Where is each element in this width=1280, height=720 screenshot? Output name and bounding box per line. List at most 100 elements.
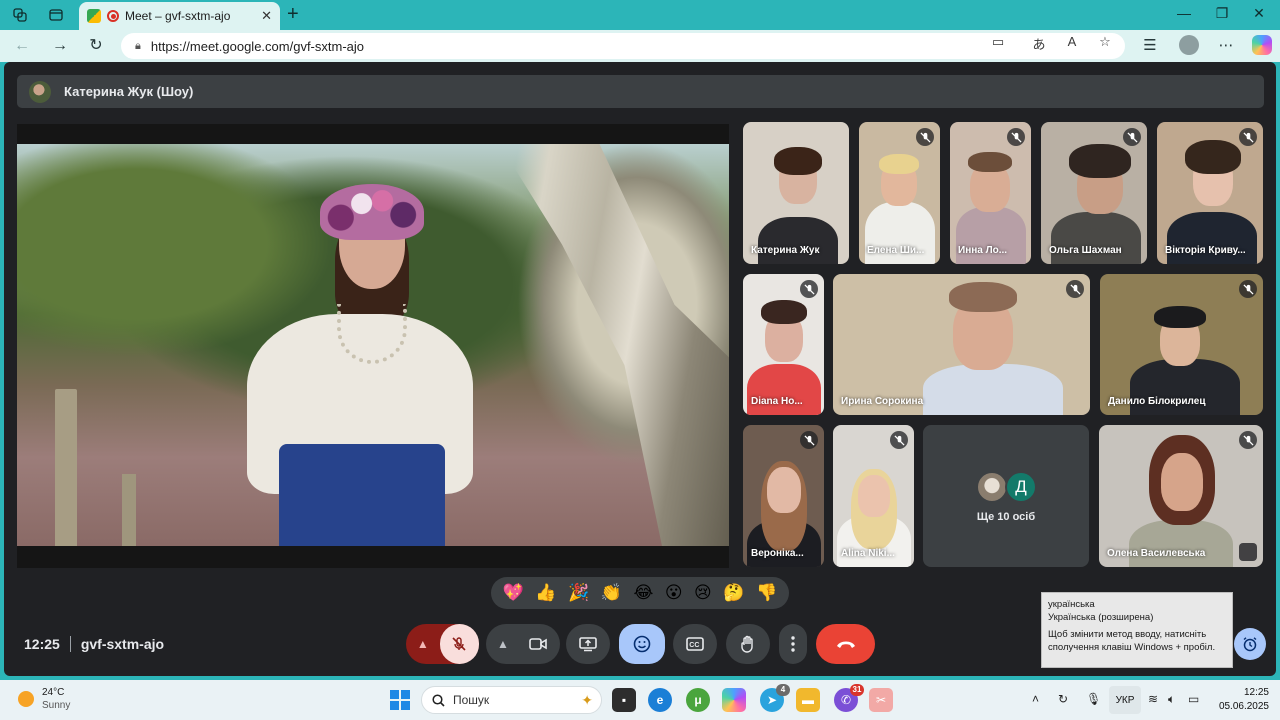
meeting-code[interactable]: gvf-sxtm-ajo xyxy=(81,636,164,652)
video-options-button[interactable]: ▲ xyxy=(488,637,518,651)
taskbar-search[interactable]: Пошук ✦ xyxy=(421,686,602,714)
camera-icon xyxy=(529,638,547,650)
copilot-icon[interactable] xyxy=(1252,35,1272,55)
participant-body xyxy=(758,217,838,264)
send-reaction-button[interactable] xyxy=(619,624,665,664)
forward-button[interactable]: → xyxy=(49,36,71,56)
reaction-laugh[interactable]: 😂 xyxy=(633,583,653,603)
participant-tile[interactable]: Ирина Сорокина xyxy=(833,274,1090,415)
participant-tile[interactable]: Вікторія Криву... xyxy=(1157,122,1263,264)
participant-body xyxy=(923,364,1063,415)
translate-icon[interactable]: あ xyxy=(1029,34,1049,53)
close-window-button[interactable]: ✕ xyxy=(1247,5,1271,22)
participant-tile[interactable]: Данило Білокрилец xyxy=(1100,274,1263,415)
mic-off-icon xyxy=(800,431,818,449)
system-time: 12:25 xyxy=(1243,687,1269,698)
reaction-thumbs-down[interactable]: 👎 xyxy=(756,583,777,603)
battery-icon[interactable]: ▭ xyxy=(1188,692,1199,706)
picture-in-picture-icon[interactable] xyxy=(1239,543,1257,561)
participant-tile[interactable]: Alina Niki... xyxy=(833,425,914,567)
more-menu-icon[interactable]: ⋯ xyxy=(1215,36,1237,54)
tab-meet[interactable]: Meet – gvf-sxtm-ajo ✕ xyxy=(79,2,280,30)
participant-name: Вероніка... xyxy=(751,548,804,559)
tab-actions-icon[interactable] xyxy=(46,5,66,25)
participant-tile[interactable]: Вероніка... xyxy=(743,425,824,567)
participant-face xyxy=(858,475,890,517)
read-aloud-icon[interactable]: A xyxy=(1062,34,1082,49)
alarm-icon[interactable] xyxy=(1234,628,1266,660)
vertical-dots-icon xyxy=(791,636,795,652)
url-field[interactable]: 🔒︎ https://meet.google.com/gvf-sxtm-ajo xyxy=(121,33,1125,59)
captions-button[interactable]: CC xyxy=(673,624,717,664)
sync-icon[interactable]: ↻ xyxy=(1058,692,1068,706)
leave-call-button[interactable] xyxy=(816,624,875,664)
reaction-thinking[interactable]: 🤔 xyxy=(723,583,744,603)
edge-browser-icon[interactable]: e xyxy=(648,688,672,712)
volume-icon[interactable]: 🔈︎ xyxy=(1168,692,1175,707)
show-hidden-icons[interactable]: ˄ xyxy=(1032,692,1039,706)
snipping-tool-icon[interactable]: ✂ xyxy=(869,688,893,712)
telegram-icon[interactable]: ➤ 4 xyxy=(760,684,790,712)
file-explorer-icon[interactable]: ▬ xyxy=(796,688,820,712)
participant-tile[interactable]: Diana Ho... xyxy=(743,274,824,415)
reload-button[interactable]: ↻ xyxy=(85,36,107,56)
flower-wreath xyxy=(320,184,424,240)
camera-control: ▲ xyxy=(486,624,560,664)
performer-skirt xyxy=(279,444,445,546)
divider xyxy=(69,636,71,652)
more-participants-tile[interactable]: Д Ще 10 осіб xyxy=(923,425,1089,567)
present-screen-button[interactable] xyxy=(566,624,610,664)
utorrent-icon[interactable]: μ xyxy=(686,688,710,712)
participant-name: Ирина Сорокина xyxy=(841,396,924,407)
mic-off-icon xyxy=(1239,431,1257,449)
microphone-toggle-button[interactable] xyxy=(439,624,479,664)
search-icon xyxy=(432,693,445,707)
raise-hand-button[interactable] xyxy=(726,624,770,664)
weather-widget[interactable]: 24°C Sunny xyxy=(18,686,70,712)
minimize-button[interactable]: — xyxy=(1172,5,1196,21)
participant-tile[interactable]: Елена Ши... xyxy=(859,122,940,264)
reaction-clap[interactable]: 👏 xyxy=(601,583,622,603)
favorites-icon[interactable]: ☰ xyxy=(1139,36,1161,54)
system-clock[interactable]: 12:25 05.06.2025 xyxy=(1211,686,1269,714)
close-tab-icon[interactable]: ✕ xyxy=(261,8,272,24)
workspaces-icon[interactable] xyxy=(10,5,30,25)
reaction-heart[interactable]: 💖 xyxy=(503,583,524,603)
more-options-button[interactable] xyxy=(779,624,807,664)
shared-screen-video[interactable] xyxy=(17,124,729,568)
microphone-tray-icon[interactable]: 🎙︎ xyxy=(1086,692,1101,706)
favorite-star-icon[interactable]: ☆ xyxy=(1095,34,1115,50)
recording-icon xyxy=(107,10,119,22)
lock-icon[interactable]: 🔒︎ xyxy=(135,40,141,53)
participant-tile[interactable]: Ольга Шахман xyxy=(1041,122,1147,264)
audio-options-button[interactable]: ▲ xyxy=(406,637,440,651)
task-view-icon[interactable]: ▪ xyxy=(612,688,636,712)
reaction-thumbs-up[interactable]: 👍 xyxy=(535,583,556,603)
reaction-sad[interactable]: 😢 xyxy=(694,583,712,603)
camera-toggle-button[interactable] xyxy=(518,624,558,664)
address-bar-row: ← → ↻ 🔒︎ https://meet.google.com/gvf-sxt… xyxy=(0,30,1280,62)
profile-avatar[interactable] xyxy=(1179,35,1199,55)
participant-tile[interactable]: Инна Ло... xyxy=(950,122,1031,264)
start-button[interactable] xyxy=(390,690,410,710)
camera-in-use-icon[interactable]: ▭ xyxy=(988,34,1008,50)
video-scene xyxy=(17,144,729,546)
back-button[interactable]: ← xyxy=(11,36,33,56)
participant-tile[interactable]: Олена Василевська xyxy=(1099,425,1263,567)
participant-hair xyxy=(968,152,1012,172)
viber-icon[interactable]: ✆ 31 xyxy=(834,684,864,712)
maximize-button[interactable]: ❐ xyxy=(1210,5,1234,22)
wifi-icon[interactable]: ≋ xyxy=(1148,692,1158,706)
telegram-badge: 4 xyxy=(776,684,790,696)
language-indicator[interactable]: УКР xyxy=(1109,686,1141,714)
ime-hint: Щоб змінити метод вводу, натисніть сполу… xyxy=(1048,629,1216,653)
copilot-app-icon[interactable] xyxy=(722,688,746,712)
new-tab-button[interactable]: + xyxy=(287,4,299,24)
reaction-surprised[interactable]: 😮 xyxy=(665,583,683,603)
reaction-party[interactable]: 🎉 xyxy=(568,583,589,603)
present-icon xyxy=(579,637,597,652)
participant-tile[interactable]: Катерина Жук xyxy=(743,122,849,264)
participant-face xyxy=(767,467,801,513)
url-text[interactable]: https://meet.google.com/gvf-sxtm-ajo xyxy=(151,39,364,54)
participant-name: Данило Білокрилец xyxy=(1108,396,1206,407)
